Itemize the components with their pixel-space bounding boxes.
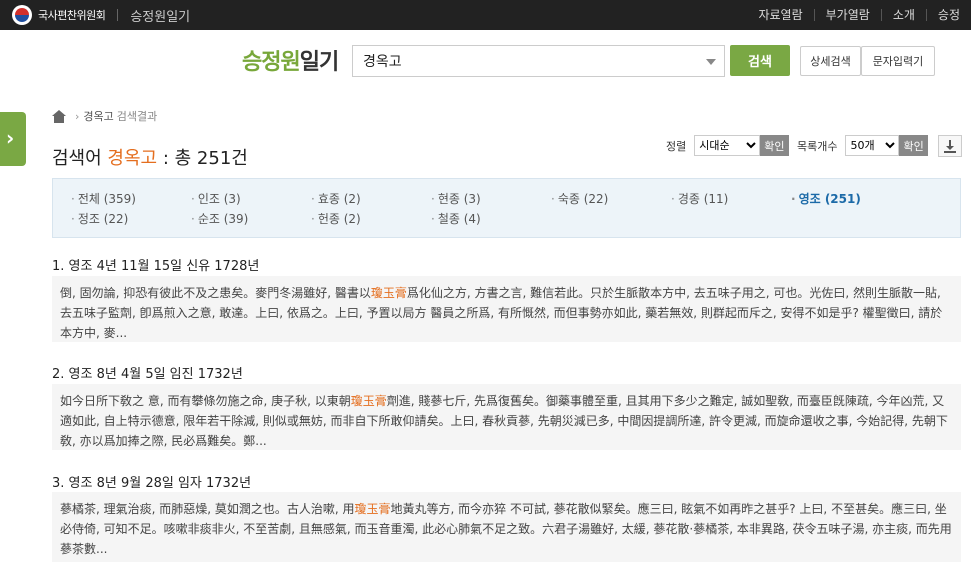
search-input[interactable] [353,46,683,76]
result-snippet: 倒, 固勿論, 抑恐有彼此不及之患矣。麥門冬湯雖好, 醫書以瓊玉膏爲化仙之方, … [52,276,961,342]
keyword-highlight: 瓊玉膏 [350,394,387,408]
home-icon[interactable] [52,109,66,123]
count-select[interactable]: 50개 [845,135,900,156]
count-label: 목록개수 [797,139,838,153]
result-title[interactable]: 1. 영조 4년 11월 15일 신유 1728년 [52,255,259,274]
count-confirm-button[interactable]: 확인 [899,135,928,156]
sort-control: 정렬 시대순 확인 [666,135,789,156]
result-snippet: 蔘橘茶, 理氣治痰, 而肺惡燥, 莫如潤之也。古人治嗽, 用瓊玉膏地黃丸等方, … [52,492,961,562]
filter-item[interactable]: 전체 (359) [71,190,136,207]
breadcrumb: › 경옥고 검색결과 [52,108,157,124]
brand-dark: 일기 [299,50,339,75]
result-snippet: 如今日所下敎之 意, 而有攀條勿施之命, 庚子秋, 以東朝瓊玉膏劑進, 賤蔘七斤… [52,384,961,450]
filter-item-active[interactable]: 영조 (251) [791,190,861,207]
keyword-highlight: 瓊玉膏 [370,286,407,300]
filter-item[interactable]: 경종 (11) [671,190,729,207]
count-control: 목록개수 50개 확인 [797,135,928,156]
top-bar: 국사편찬위원회 승정원일기 자료열람 부가열람 소개 승정 [0,0,971,30]
page-title: 검색어 경옥고 : 총 251건 [52,144,248,170]
brand-green: 승정원 [242,50,301,75]
top-link-more[interactable]: 승정 [925,9,971,21]
chevron-down-icon[interactable] [706,59,716,65]
top-link-about[interactable]: 소개 [880,9,926,21]
title-keyword: 경옥고 [107,148,158,169]
result-title[interactable]: 2. 영조 8년 4월 5일 임진 1732년 [52,363,243,382]
breadcrumb-label: 검색결과 [116,110,158,123]
chevron-right-icon: › [6,126,15,150]
divider [117,9,119,21]
char-input-button[interactable]: 문자입력기 [861,46,935,76]
filter-item[interactable]: 순조 (39) [191,210,249,227]
chevron-right-icon: › [75,109,80,123]
sort-select[interactable]: 시대순 [694,135,761,156]
filter-item[interactable]: 숙종 (22) [551,190,609,207]
search-button[interactable]: 검색 [730,45,790,76]
side-panel-toggle[interactable]: › [0,112,26,166]
search-box [352,45,725,77]
top-link-data[interactable]: 자료열람 [747,9,813,21]
filter-item[interactable]: 현종 (3) [431,190,481,207]
keyword-highlight: 瓊玉膏 [354,502,391,516]
advanced-search-button[interactable]: 상세검색 [800,46,861,76]
org-logo[interactable]: 국사편찬위원회 승정원일기 [12,5,190,25]
download-icon[interactable] [938,135,962,157]
emblem-icon [12,5,32,25]
app-name[interactable]: 승정원일기 [130,6,190,25]
top-link-extra[interactable]: 부가열람 [813,9,881,21]
sort-confirm-button[interactable]: 확인 [760,135,789,156]
filter-item[interactable]: 효종 (2) [311,190,361,207]
filter-item[interactable]: 정조 (22) [71,210,129,227]
breadcrumb-keyword: 경옥고 [83,110,114,123]
filter-item[interactable]: 헌종 (2) [311,210,361,227]
reign-filter: 전체 (359) 인조 (3) 효종 (2) 현종 (3) 숙종 (22) 경종… [52,178,961,238]
title-prefix: 검색어 [52,148,102,169]
title-count: : 총 251건 [162,148,248,169]
result-title[interactable]: 3. 영조 8년 9월 28일 임자 1732년 [52,472,251,491]
filter-item[interactable]: 인조 (3) [191,190,241,207]
top-links: 자료열람 부가열람 소개 승정 [747,0,971,30]
brand-logo[interactable]: 승정원일기 [242,44,339,76]
sort-label: 정렬 [666,139,687,153]
org-name: 국사편찬위원회 [38,9,106,22]
filter-item[interactable]: 철종 (4) [431,210,481,227]
